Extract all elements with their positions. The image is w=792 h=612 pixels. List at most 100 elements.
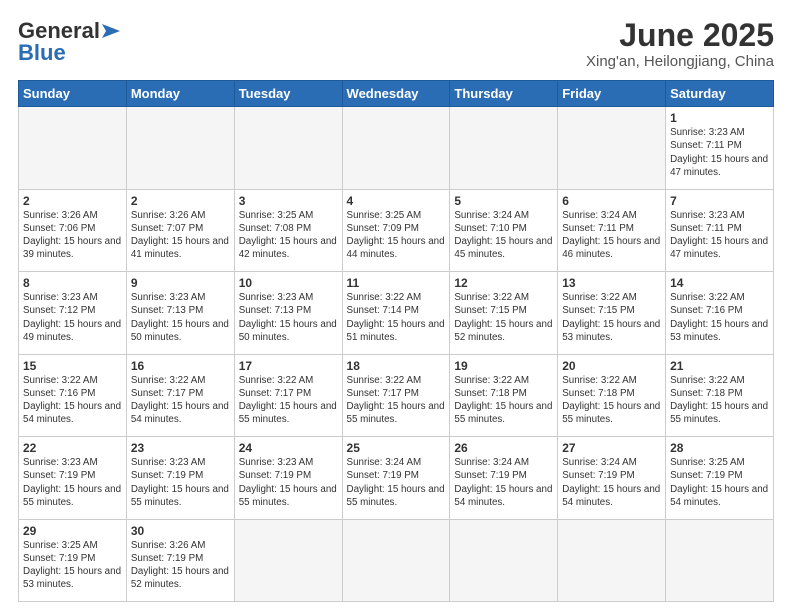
calendar-cell: 2Sunrise: 3:26 AMSunset: 7:06 PMDaylight… [19, 189, 127, 271]
day-number: 24 [239, 441, 338, 455]
day-number: 3 [239, 194, 338, 208]
calendar-cell [558, 107, 666, 189]
day-number: 5 [454, 194, 553, 208]
calendar-title: June 2025 [586, 18, 774, 53]
day-number: 4 [347, 194, 446, 208]
col-tuesday: Tuesday [234, 81, 342, 107]
calendar-cell [234, 107, 342, 189]
calendar-cell: 22Sunrise: 3:23 AMSunset: 7:19 PMDayligh… [19, 437, 127, 519]
calendar-cell: 24Sunrise: 3:23 AMSunset: 7:19 PMDayligh… [234, 437, 342, 519]
col-saturday: Saturday [666, 81, 774, 107]
day-info: Sunrise: 3:24 AMSunset: 7:19 PMDaylight:… [454, 456, 553, 509]
day-info: Sunrise: 3:22 AMSunset: 7:17 PMDaylight:… [347, 374, 446, 427]
calendar-week-row: 8Sunrise: 3:23 AMSunset: 7:12 PMDaylight… [19, 272, 774, 354]
calendar-cell: 18Sunrise: 3:22 AMSunset: 7:17 PMDayligh… [342, 354, 450, 436]
calendar-cell [558, 519, 666, 601]
calendar-cell: 15Sunrise: 3:22 AMSunset: 7:16 PMDayligh… [19, 354, 127, 436]
day-number: 13 [562, 276, 661, 290]
day-number: 16 [131, 359, 230, 373]
day-number: 19 [454, 359, 553, 373]
day-info: Sunrise: 3:23 AMSunset: 7:13 PMDaylight:… [239, 291, 338, 344]
day-number: 11 [347, 276, 446, 290]
day-number: 25 [347, 441, 446, 455]
day-number: 18 [347, 359, 446, 373]
calendar-cell: 23Sunrise: 3:23 AMSunset: 7:19 PMDayligh… [126, 437, 234, 519]
day-number: 17 [239, 359, 338, 373]
calendar-cell: 26Sunrise: 3:24 AMSunset: 7:19 PMDayligh… [450, 437, 558, 519]
calendar-cell: 5Sunrise: 3:24 AMSunset: 7:10 PMDaylight… [450, 189, 558, 271]
calendar-cell: 28Sunrise: 3:25 AMSunset: 7:19 PMDayligh… [666, 437, 774, 519]
day-number: 23 [131, 441, 230, 455]
day-info: Sunrise: 3:22 AMSunset: 7:18 PMDaylight:… [562, 374, 661, 427]
calendar-cell: 20Sunrise: 3:22 AMSunset: 7:18 PMDayligh… [558, 354, 666, 436]
calendar-week-row: 29Sunrise: 3:25 AMSunset: 7:19 PMDayligh… [19, 519, 774, 601]
day-number: 2 [131, 194, 230, 208]
logo-arrow-icon [102, 24, 120, 38]
col-thursday: Thursday [450, 81, 558, 107]
logo-blue-text: Blue [18, 40, 66, 66]
header: General Blue June 2025 Xing'an, Heilongj… [18, 18, 774, 70]
day-info: Sunrise: 3:25 AMSunset: 7:09 PMDaylight:… [347, 209, 446, 262]
calendar-cell: 19Sunrise: 3:22 AMSunset: 7:18 PMDayligh… [450, 354, 558, 436]
calendar-cell: 14Sunrise: 3:22 AMSunset: 7:16 PMDayligh… [666, 272, 774, 354]
day-info: Sunrise: 3:26 AMSunset: 7:19 PMDaylight:… [131, 539, 230, 592]
calendar-cell: 1Sunrise: 3:23 AMSunset: 7:11 PMDaylight… [666, 107, 774, 189]
day-info: Sunrise: 3:22 AMSunset: 7:16 PMDaylight:… [23, 374, 122, 427]
day-number: 10 [239, 276, 338, 290]
day-number: 6 [562, 194, 661, 208]
day-info: Sunrise: 3:23 AMSunset: 7:11 PMDaylight:… [670, 126, 769, 179]
page: General Blue June 2025 Xing'an, Heilongj… [0, 0, 792, 612]
day-info: Sunrise: 3:24 AMSunset: 7:11 PMDaylight:… [562, 209, 661, 262]
calendar-cell: 11Sunrise: 3:22 AMSunset: 7:14 PMDayligh… [342, 272, 450, 354]
calendar-header-row: Sunday Monday Tuesday Wednesday Thursday… [19, 81, 774, 107]
calendar-cell: 10Sunrise: 3:23 AMSunset: 7:13 PMDayligh… [234, 272, 342, 354]
calendar-cell: 3Sunrise: 3:25 AMSunset: 7:08 PMDaylight… [234, 189, 342, 271]
calendar-cell: 21Sunrise: 3:22 AMSunset: 7:18 PMDayligh… [666, 354, 774, 436]
calendar-cell [450, 107, 558, 189]
day-info: Sunrise: 3:25 AMSunset: 7:19 PMDaylight:… [23, 539, 122, 592]
day-number: 29 [23, 524, 122, 538]
day-info: Sunrise: 3:25 AMSunset: 7:19 PMDaylight:… [670, 456, 769, 509]
day-info: Sunrise: 3:22 AMSunset: 7:17 PMDaylight:… [239, 374, 338, 427]
day-number: 7 [670, 194, 769, 208]
calendar-week-row: 1Sunrise: 3:23 AMSunset: 7:11 PMDaylight… [19, 107, 774, 189]
day-number: 14 [670, 276, 769, 290]
calendar-cell: 4Sunrise: 3:25 AMSunset: 7:09 PMDaylight… [342, 189, 450, 271]
day-info: Sunrise: 3:22 AMSunset: 7:18 PMDaylight:… [454, 374, 553, 427]
day-info: Sunrise: 3:24 AMSunset: 7:19 PMDaylight:… [562, 456, 661, 509]
calendar-week-row: 22 Sunrise: 3:23 AMSunset: 7:19 PMDayligh… [19, 437, 774, 519]
day-number: 15 [23, 359, 122, 373]
calendar-cell: 27Sunrise: 3:24 AMSunset: 7:19 PMDayligh… [558, 437, 666, 519]
day-info: Sunrise: 3:26 AMSunset: 7:06 PMDaylight:… [23, 209, 122, 262]
calendar-cell [450, 519, 558, 601]
calendar-cell [666, 519, 774, 601]
day-number: 28 [670, 441, 769, 455]
calendar-cell: 9Sunrise: 3:23 AMSunset: 7:13 PMDaylight… [126, 272, 234, 354]
day-info: Sunrise: 3:23 AMSunset: 7:13 PMDaylight:… [131, 291, 230, 344]
title-block: June 2025 Xing'an, Heilongjiang, China [586, 18, 774, 70]
day-number: 9 [131, 276, 230, 290]
calendar-cell [19, 107, 127, 189]
calendar-cell: 25Sunrise: 3:24 AMSunset: 7:19 PMDayligh… [342, 437, 450, 519]
day-info: Sunrise: 3:23 AMSunset: 7:11 PMDaylight:… [670, 209, 769, 262]
calendar-cell [342, 519, 450, 601]
calendar-cell [234, 519, 342, 601]
day-info: Sunrise: 3:23 AMSunset: 7:19 PMDaylight:… [131, 456, 230, 509]
day-number: 22 [23, 441, 122, 455]
calendar-cell: 12Sunrise: 3:22 AMSunset: 7:15 PMDayligh… [450, 272, 558, 354]
calendar-cell [342, 107, 450, 189]
logo: General Blue [18, 18, 120, 66]
col-wednesday: Wednesday [342, 81, 450, 107]
calendar-cell [126, 107, 234, 189]
calendar-cell: 13Sunrise: 3:22 AMSunset: 7:15 PMDayligh… [558, 272, 666, 354]
calendar-cell: 6Sunrise: 3:24 AMSunset: 7:11 PMDaylight… [558, 189, 666, 271]
day-number: 30 [131, 524, 230, 538]
day-number: 27 [562, 441, 661, 455]
day-info: Sunrise: 3:22 AMSunset: 7:15 PMDaylight:… [562, 291, 661, 344]
day-info: Sunrise: 3:22 AMSunset: 7:14 PMDaylight:… [347, 291, 446, 344]
calendar-week-row: 15Sunrise: 3:22 AMSunset: 7:16 PMDayligh… [19, 354, 774, 436]
day-number: 1 [670, 111, 769, 125]
calendar-subtitle: Xing'an, Heilongjiang, China [586, 53, 774, 70]
calendar-cell: 29Sunrise: 3:25 AMSunset: 7:19 PMDayligh… [19, 519, 127, 601]
calendar-table: Sunday Monday Tuesday Wednesday Thursday… [18, 80, 774, 602]
